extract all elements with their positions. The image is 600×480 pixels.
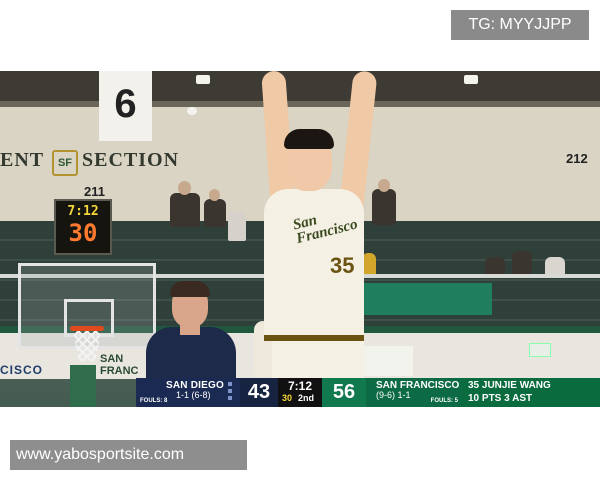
spectator: [204, 199, 226, 227]
sf-logo-icon: SF: [52, 150, 78, 176]
spectator-head: [178, 181, 191, 195]
away-team-panel: SAN DIEGO 1-1 (6-8) FOULS: 8: [136, 378, 240, 407]
away-team-score: 43: [240, 378, 278, 407]
spectator: [512, 251, 532, 275]
basketball-rim: [70, 326, 104, 331]
telegram-watermark: TG: MYYJJPP: [451, 10, 589, 40]
featured-player-stats: 10 PTS 3 AST: [468, 393, 533, 404]
home-team-fouls: FOULS: 5: [430, 398, 458, 404]
featured-player-name: 35 JUNJIE WANG: [468, 380, 551, 391]
home-team-panel: SAN FRANCISCO (9-6) 1-1 FOULS: 5: [366, 378, 462, 407]
spectator: [545, 257, 565, 275]
shot-clock-game-time: 7:12: [67, 204, 99, 219]
spectator: [485, 257, 505, 275]
spectator: [170, 193, 200, 227]
shot-clock-value: 30: [282, 393, 293, 403]
section-number-left: 211: [84, 184, 105, 199]
home-team-score: 56: [322, 378, 366, 407]
jersey-number: 35: [330, 253, 355, 278]
baseline-sf-ad: SAN FRANC: [100, 353, 139, 377]
player-hair: [284, 129, 334, 149]
player-hair: [170, 281, 210, 297]
section-sign-right: SECTION: [82, 149, 180, 171]
shot-clock-seconds: 30: [68, 219, 98, 247]
section-banner: 6: [99, 71, 152, 141]
site-watermark: www.yabosportsite.com: [10, 440, 247, 470]
baseline-ad-text: CISCO: [0, 363, 44, 377]
timeout-indicator-icon: [228, 382, 232, 402]
broadcast-video-frame[interactable]: 6 ENT SF SECTION 211 212 CISCO SAN FRANC…: [0, 71, 600, 407]
spectator: [228, 211, 246, 241]
game-clock-panel: 7:12 30 2nd: [278, 378, 322, 407]
ceiling-light-icon: [464, 75, 478, 84]
section-sign-left: ENT: [0, 149, 45, 171]
game-period: 2nd: [298, 393, 315, 403]
exit-sign-icon: [529, 343, 551, 357]
home-team-record: (9-6) 1-1: [376, 390, 411, 400]
player-stat-panel: 35 JUNJIE WANG 10 PTS 3 AST: [462, 378, 600, 407]
game-clock: 7:12: [287, 379, 313, 393]
spectator-head: [209, 189, 220, 201]
san-francisco-player: San Francisco 35: [250, 71, 390, 407]
section-number-right: 212: [566, 151, 588, 166]
away-team-record: 1-1 (6-8): [176, 390, 211, 400]
shot-clock: 7:12 30: [54, 199, 112, 255]
ceiling-light-icon: [187, 107, 197, 115]
scorebug: SAN DIEGO 1-1 (6-8) FOULS: 8 43 7:12 30 …: [136, 378, 600, 407]
san-diego-player: [146, 281, 236, 387]
hoop-stanchion: [70, 365, 96, 407]
away-team-fouls: FOULS: 8: [140, 398, 168, 404]
ceiling-light-icon: [196, 75, 210, 84]
